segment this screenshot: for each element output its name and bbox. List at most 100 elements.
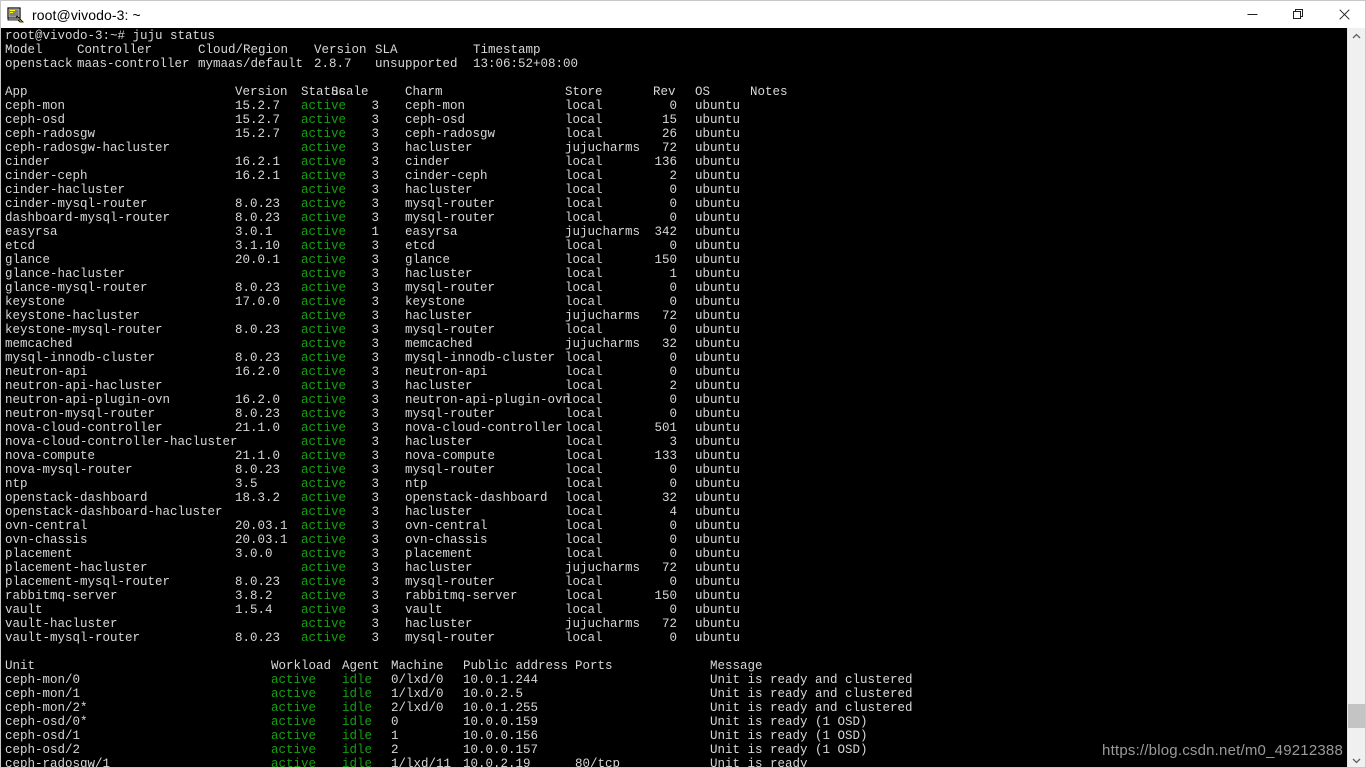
app-status: active <box>301 407 347 421</box>
app-rev: 0 <box>669 197 677 211</box>
app-os: ubuntu <box>695 393 741 407</box>
app-status: active <box>301 547 347 561</box>
app-name: ceph-radosgw <box>5 127 96 141</box>
app-col-header: Charm <box>405 85 443 99</box>
title-bar[interactable]: root@vivodo-3: ~ <box>1 1 1365 28</box>
app-charm: ntp <box>405 477 428 491</box>
app-table-row: ceph-radosgw-hacluster active 3 hacluster ju… <box>5 141 1345 155</box>
app-col-header: OS <box>695 85 711 99</box>
app-os: ubuntu <box>695 505 741 519</box>
vertical-scrollbar[interactable] <box>1347 28 1365 767</box>
app-store: local <box>565 155 603 169</box>
app-rev: 0 <box>669 477 677 491</box>
model-col-header: Model <box>5 43 43 57</box>
unit-table-row: ceph-osd/0* active idle 0 10.0.0.159 Unit is … <box>5 715 1345 729</box>
app-name: vault-mysql-router <box>5 631 141 645</box>
app-os: ubuntu <box>695 323 741 337</box>
app-name: ceph-mon <box>5 99 66 113</box>
app-rev: 150 <box>654 589 677 603</box>
scroll-down-arrow-icon[interactable] <box>1348 752 1365 767</box>
app-version: 20.03.1 <box>235 533 288 547</box>
app-charm: hacluster <box>405 309 473 323</box>
app-os: ubuntu <box>695 491 741 505</box>
app-store: local <box>565 99 603 113</box>
app-scale: 3 <box>371 183 379 197</box>
unit-public-address: 10.0.2.5 <box>463 687 524 701</box>
app-status: active <box>301 281 347 295</box>
app-scale: 3 <box>371 491 379 505</box>
app-scale: 3 <box>371 449 379 463</box>
putty-terminal-icon <box>7 6 25 24</box>
app-rev: 133 <box>654 449 677 463</box>
app-store: local <box>565 127 603 141</box>
unit-message: Unit is ready and clustered <box>710 701 913 715</box>
unit-col-header: Message <box>710 659 763 673</box>
app-status: active <box>301 421 347 435</box>
app-version: 3.0.0 <box>235 547 273 561</box>
app-charm: hacluster <box>405 617 473 631</box>
app-scale: 3 <box>371 519 379 533</box>
app-store: jujucharms <box>565 309 641 323</box>
app-store: jujucharms <box>565 141 641 155</box>
app-rev: 0 <box>669 631 677 645</box>
terminal-window: root@vivodo-3: ~ root@vivodo-3:~# juju s… <box>0 0 1366 768</box>
app-name: ntp <box>5 477 28 491</box>
app-scale: 3 <box>371 407 379 421</box>
app-charm: etcd <box>405 239 436 253</box>
app-charm: mysql-innodb-cluster <box>405 351 556 365</box>
app-name: openstack-dashboard <box>5 491 148 505</box>
app-version: 16.2.0 <box>235 393 281 407</box>
unit-agent: idle <box>342 687 373 701</box>
app-os: ubuntu <box>695 113 741 127</box>
app-os: ubuntu <box>695 575 741 589</box>
app-os: ubuntu <box>695 267 741 281</box>
app-os: ubuntu <box>695 295 741 309</box>
app-scale: 3 <box>371 617 379 631</box>
app-rev: 32 <box>661 491 677 505</box>
app-rev: 0 <box>669 211 677 225</box>
app-name: cinder-ceph <box>5 169 88 183</box>
app-name: keystone <box>5 295 66 309</box>
app-os: ubuntu <box>695 365 741 379</box>
app-version: 21.1.0 <box>235 421 281 435</box>
app-table-row: vault-mysql-router 8.0.23 active 3 mysql-rou… <box>5 631 1345 645</box>
app-os: ubuntu <box>695 309 741 323</box>
app-scale: 3 <box>371 379 379 393</box>
app-scale: 3 <box>371 295 379 309</box>
app-scale: 3 <box>371 253 379 267</box>
app-rev: 3 <box>669 435 677 449</box>
app-charm: hacluster <box>405 183 473 197</box>
unit-name: ceph-mon/0 <box>5 673 81 687</box>
app-store: local <box>565 239 603 253</box>
unit-table-row: ceph-osd/2 active idle 2 10.0.0.157 Unit is r… <box>5 743 1345 757</box>
app-store: local <box>565 295 603 309</box>
unit-message: Unit is ready (1 OSD) <box>710 715 868 729</box>
app-os: ubuntu <box>695 99 741 113</box>
app-charm: placement <box>405 547 473 561</box>
minimize-button[interactable] <box>1229 1 1275 28</box>
app-store: jujucharms <box>565 561 641 575</box>
app-name: mysql-innodb-cluster <box>5 351 156 365</box>
unit-message: Unit is ready and clustered <box>710 687 913 701</box>
app-version: 17.0.0 <box>235 295 281 309</box>
terminal-screen[interactable]: root@vivodo-3:~# juju status Model Control… <box>1 28 1349 767</box>
app-os: ubuntu <box>695 211 741 225</box>
app-table-row: ceph-mon 15.2.7 active 3 ceph-mon local 0 ubunt… <box>5 99 1345 113</box>
app-name: glance <box>5 253 51 267</box>
app-store: local <box>565 463 603 477</box>
app-store: local <box>565 603 603 617</box>
scroll-up-arrow-icon[interactable] <box>1348 28 1365 45</box>
app-rev: 0 <box>669 295 677 309</box>
app-os: ubuntu <box>695 519 741 533</box>
app-version: 16.2.1 <box>235 155 281 169</box>
app-rev: 72 <box>661 141 677 155</box>
app-rev: 0 <box>669 239 677 253</box>
close-button[interactable] <box>1321 1 1365 28</box>
app-status: active <box>301 155 347 169</box>
app-charm: hacluster <box>405 267 473 281</box>
app-charm: hacluster <box>405 561 473 575</box>
scrollbar-thumb[interactable] <box>1348 704 1365 728</box>
app-store: local <box>565 407 603 421</box>
app-store: local <box>565 393 603 407</box>
restore-button[interactable] <box>1275 1 1321 28</box>
